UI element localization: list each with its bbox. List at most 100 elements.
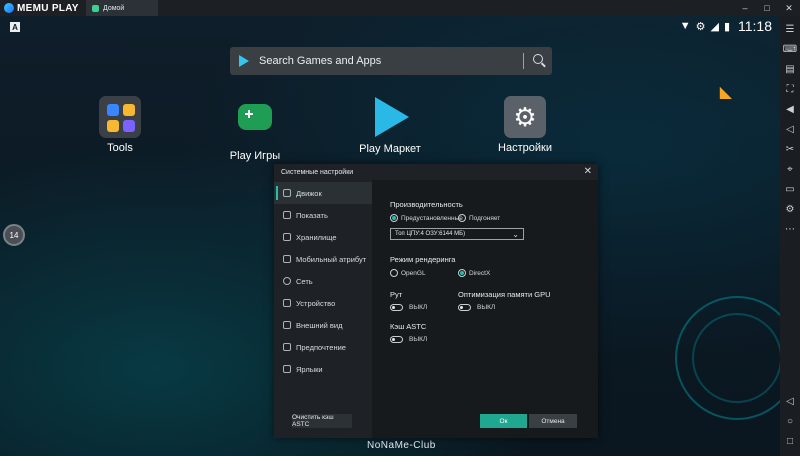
nav-item-preference[interactable]: Предпочтение	[274, 336, 372, 358]
nav-label: Движок	[296, 188, 322, 198]
home-tab-icon	[92, 4, 99, 12]
select-value: Топ ЦПУ:4 ОЗУ:6144 МБ)	[395, 231, 466, 237]
phone-icon	[283, 299, 291, 307]
tools-icon	[99, 96, 141, 138]
nav-item-network[interactable]: Сеть	[274, 270, 372, 292]
settings-icon[interactable]: ⚙	[783, 202, 797, 216]
radio-button[interactable]	[390, 214, 398, 222]
radio-button[interactable]	[458, 214, 466, 222]
preference-icon	[283, 343, 291, 351]
root-toggle-row[interactable]: ВЫКЛ	[390, 304, 427, 311]
app-play-games[interactable]: Play Игры	[215, 96, 295, 162]
performance-select[interactable]: Топ ЦПУ:4 ОЗУ:6144 МБ) ⌄	[390, 228, 524, 240]
radio-button[interactable]	[390, 269, 398, 277]
battery-icon: ▮	[723, 20, 730, 33]
root-title: Рут	[390, 290, 403, 299]
menu-icon[interactable]: ☰	[783, 22, 797, 36]
clear-astc-cache-button[interactable]: Очистить кэш ASTC	[292, 414, 352, 428]
gpu-opt-toggle-row[interactable]: ВЫКЛ	[458, 304, 495, 311]
decorative-ring	[692, 313, 780, 403]
app-label: Tools	[107, 142, 133, 154]
app-settings[interactable]: ⚙ Настройки	[485, 96, 565, 154]
app-name: MEMU PLAY	[17, 2, 79, 14]
nav-item-device[interactable]: Устройство	[274, 292, 372, 314]
nav-label: Ярлыки	[296, 364, 323, 374]
chevron-down-icon: ⌄	[512, 230, 519, 239]
minimize-icon[interactable]: –	[734, 0, 756, 16]
radio-label: OpenGL	[401, 269, 426, 277]
keyboard-icon[interactable]: ⌨	[783, 42, 797, 56]
search-icon[interactable]	[533, 54, 543, 64]
nav-item-appearance[interactable]: Внешний вид	[274, 314, 372, 336]
close-icon[interactable]: ✕	[584, 166, 592, 177]
location-icon[interactable]: ⌖	[783, 162, 797, 176]
toggle-state: ВЫКЛ	[409, 336, 428, 343]
maximize-icon[interactable]: □	[756, 0, 778, 16]
close-window-icon[interactable]: ✕	[778, 0, 800, 16]
settings-cog-icon: ⚙	[695, 20, 706, 33]
recent-apps-icon[interactable]: □	[783, 434, 797, 448]
nav-label: Сеть	[296, 276, 313, 286]
radio-directx[interactable]: DirectX	[458, 269, 490, 277]
appearance-icon	[283, 321, 291, 329]
back-icon[interactable]: ◁	[783, 394, 797, 408]
root-toggle[interactable]	[390, 304, 403, 311]
nav-label: Мобильный атрибут	[296, 254, 367, 264]
nav-label: Устройство	[296, 298, 336, 308]
wifi-icon: ▼	[679, 20, 691, 32]
volume-up-icon[interactable]: ◀	[783, 102, 797, 116]
play-store-icon	[239, 55, 249, 67]
search-bar[interactable]: Search Games and Apps	[230, 47, 552, 75]
app-play-market[interactable]: Play Маркет	[350, 96, 430, 155]
astc-toggle[interactable]	[390, 336, 403, 343]
clock: 11:18	[738, 18, 772, 34]
floating-badge[interactable]: 14	[3, 224, 25, 246]
screenshot-icon[interactable]: ✂	[783, 142, 797, 156]
engine-icon	[283, 189, 291, 197]
nav-item-engine[interactable]: Движок	[274, 182, 372, 204]
signal-icon: ◢	[710, 20, 719, 33]
nav-label: Внешний вид	[296, 320, 343, 330]
status-bar: A ▼ ⚙ ◢ ▮ 11:18	[0, 16, 780, 38]
ok-button[interactable]: Ок	[480, 414, 527, 428]
radio-custom[interactable]: Подгоняет	[458, 214, 500, 222]
render-mode-title: Режим рендеринга	[390, 255, 456, 264]
pizza-icon[interactable]: ◣	[720, 82, 732, 102]
gpu-opt-title: Оптимизация памяти GPU	[458, 290, 551, 299]
app-label: Play Игры	[229, 150, 281, 162]
tab-home[interactable]: Домой	[86, 0, 158, 16]
nav-item-mobile-attribute[interactable]: Мобильный атрибут	[274, 248, 372, 270]
radio-preset[interactable]: Предустановленные	[390, 214, 463, 222]
window-controls: – □ ✕	[734, 0, 800, 16]
folder-icon[interactable]: ▭	[783, 182, 797, 196]
nav-item-shortcuts[interactable]: Ярлыки	[274, 358, 372, 380]
astc-toggle-row[interactable]: ВЫКЛ	[390, 336, 427, 343]
nav-item-display[interactable]: Показать	[274, 204, 372, 226]
tag-icon	[283, 255, 291, 263]
search-input[interactable]: Search Games and Apps	[259, 55, 381, 67]
dialog-header: Системные настройки ✕	[274, 164, 598, 180]
volume-down-icon[interactable]: ◁	[783, 122, 797, 136]
radio-opengl[interactable]: OpenGL	[390, 269, 426, 277]
astc-title: Кэш ASTC	[390, 322, 427, 331]
cancel-button[interactable]: Отмена	[529, 414, 577, 428]
storage-icon	[283, 233, 291, 241]
fullscreen-icon[interactable]: ⛶	[783, 82, 797, 96]
toggle-state: ВЫКЛ	[477, 304, 496, 311]
nav-item-storage[interactable]: Хранилище	[274, 226, 372, 248]
radio-label: DirectX	[469, 269, 491, 277]
display-icon	[283, 211, 291, 219]
apk-icon[interactable]: ▤	[783, 62, 797, 76]
app-tools[interactable]: Tools	[80, 96, 160, 154]
engine-panel: Производительность Предустановленные Под…	[372, 180, 598, 438]
divider	[523, 53, 524, 69]
play-market-icon	[369, 97, 411, 139]
play-games-icon	[234, 104, 276, 146]
nav-label: Предпочтение	[296, 342, 346, 352]
gpu-opt-toggle[interactable]	[458, 304, 471, 311]
radio-button[interactable]	[458, 269, 466, 277]
right-toolbar: ☰ ⌨ ▤ ⛶ ◀ ◁ ✂ ⌖ ▭ ⚙ ⋯ ◁ ○ □	[780, 16, 800, 456]
more-icon[interactable]: ⋯	[783, 222, 797, 236]
home-icon[interactable]: ○	[783, 414, 797, 428]
globe-icon	[283, 277, 291, 285]
